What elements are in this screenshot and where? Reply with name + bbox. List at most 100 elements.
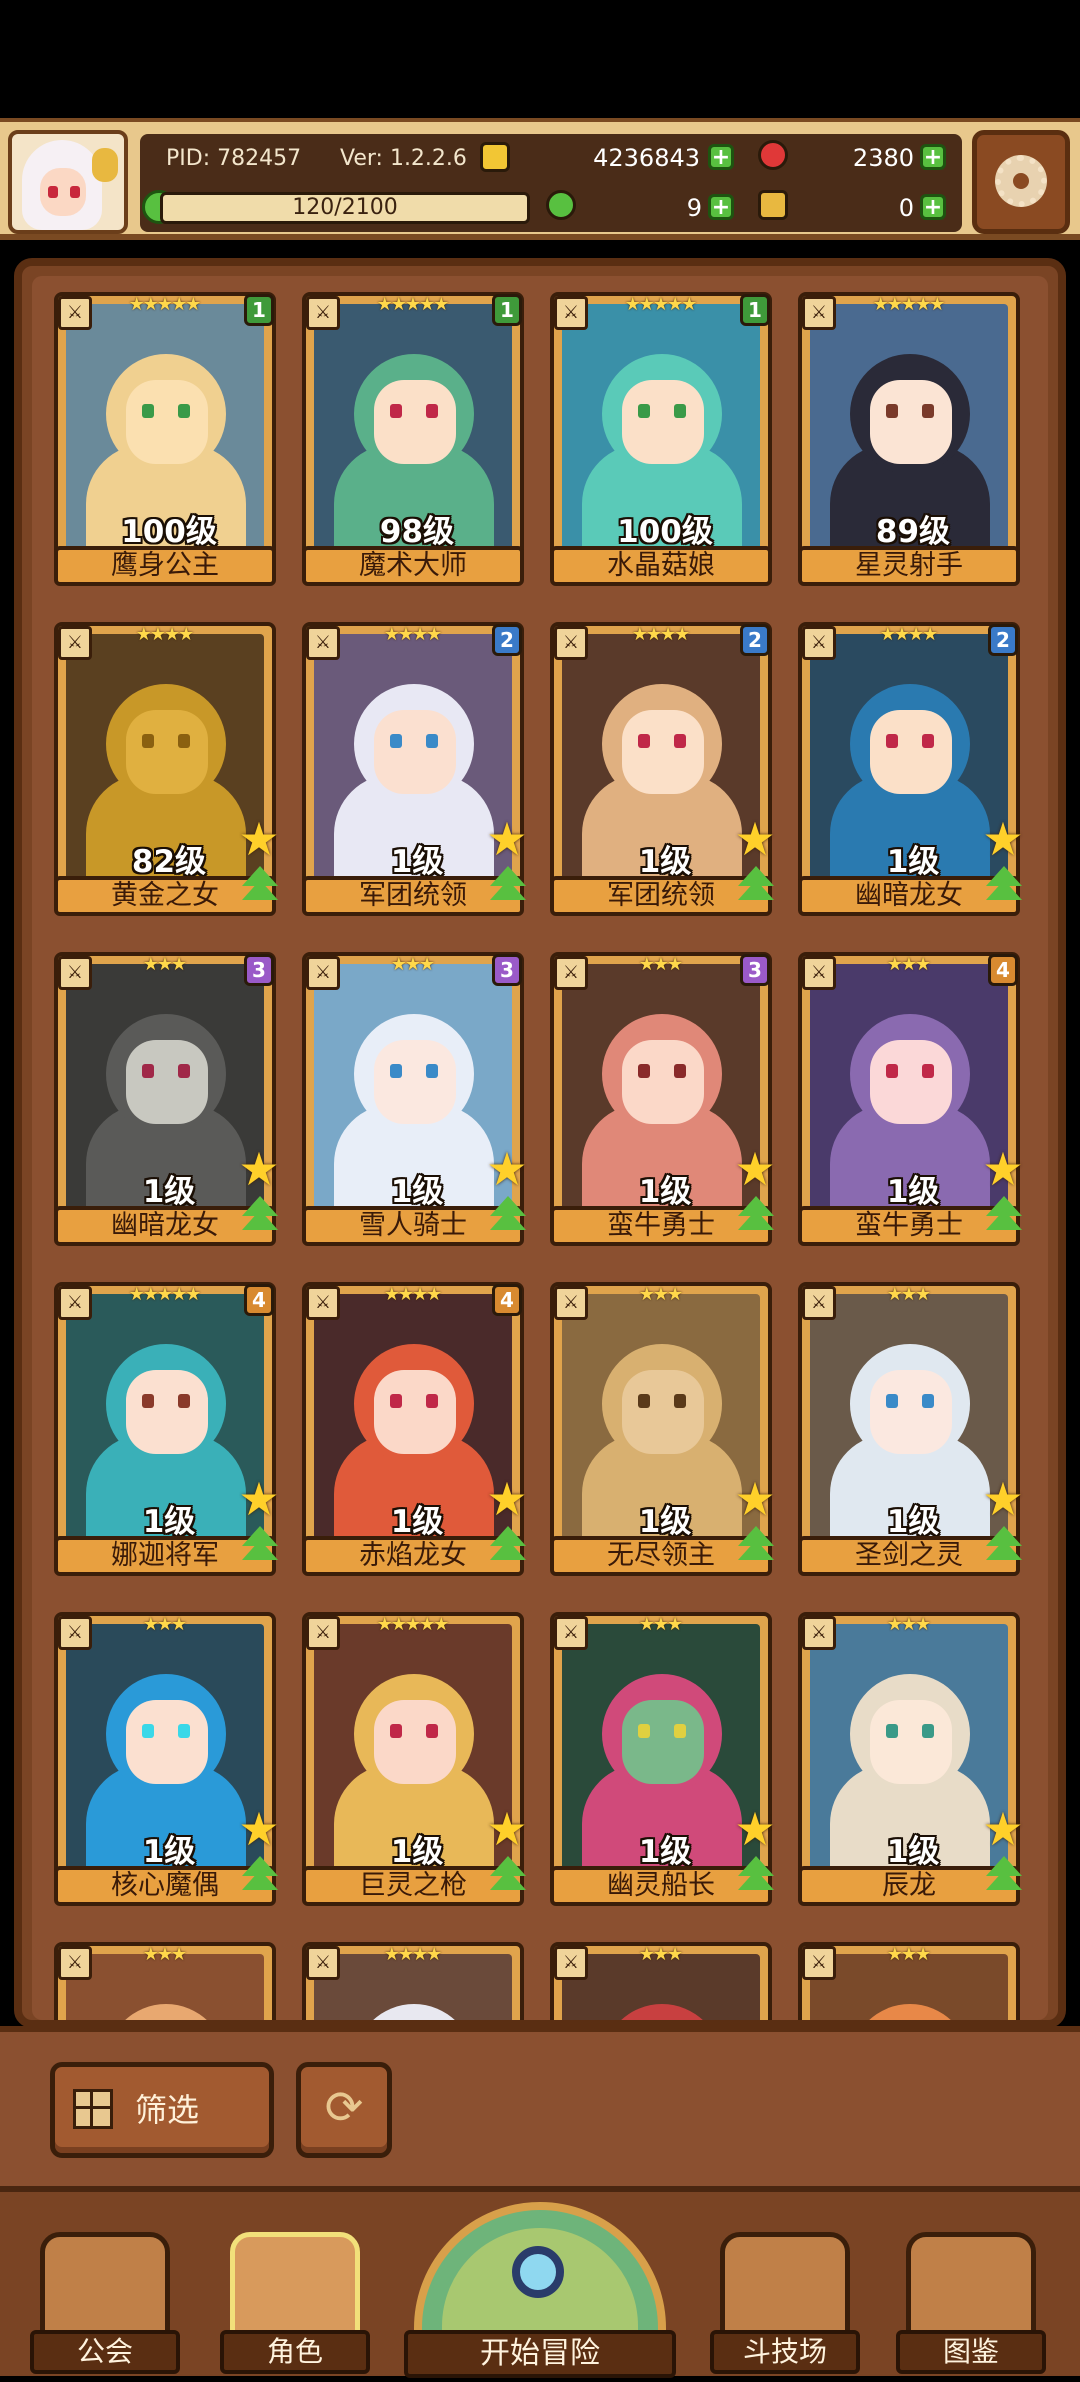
weapon-type-icon: ⚔ (554, 956, 588, 990)
nav-character[interactable]: 角色 (220, 2232, 370, 2374)
level-up-arrow-icon[interactable] (984, 1856, 1024, 1896)
rank-badge: 1 (740, 294, 770, 326)
level-up-arrow-icon[interactable] (240, 1856, 280, 1896)
character-level: 89级 (875, 514, 951, 550)
character-card[interactable]: 1级 ⚔ ★★★ 3 雪人骑士 ★ (302, 952, 528, 1252)
level-up-arrow-icon[interactable] (240, 1526, 280, 1566)
character-card[interactable]: 1级 ⚔ ★★★ 3 幽暗龙女 ★ (54, 952, 280, 1252)
star-upgrade-icon[interactable]: ★ (236, 1146, 282, 1192)
nav-start-adventure[interactable]: 开始冒险 (404, 2202, 676, 2382)
weapon-type-icon: ⚔ (58, 1616, 92, 1650)
nav-guild[interactable]: 公会 (30, 2232, 180, 2374)
character-name: 水晶菇娘 (550, 546, 772, 586)
level-up-arrow-icon[interactable] (736, 1526, 776, 1566)
star-upgrade-icon[interactable]: ★ (236, 1806, 282, 1852)
star-upgrade-icon[interactable]: ★ (484, 816, 530, 862)
star-upgrade-icon[interactable]: ★ (484, 1146, 530, 1192)
character-card[interactable]: ⚔ ★★★★ (302, 1942, 524, 2020)
star-rating: ★★★★ (383, 1944, 443, 1965)
weapon-type-icon: ⚔ (306, 296, 340, 330)
level-up-arrow-icon[interactable] (984, 866, 1024, 906)
star-upgrade-icon[interactable]: ★ (732, 1476, 778, 1522)
star-upgrade-icon[interactable]: ★ (484, 1476, 530, 1522)
level-up-arrow-icon[interactable] (240, 866, 280, 906)
character-card[interactable]: 82级 ⚔ ★★★★ 黄金之女 ★ (54, 622, 280, 922)
roster-controls: 筛选 ⟳ (0, 2026, 1080, 2186)
star-rating: ★★★★ (135, 624, 195, 645)
star-rating: ★★★★ (631, 624, 691, 645)
star-rating: ★★★ (142, 954, 187, 975)
gear-icon (995, 155, 1047, 207)
refresh-icon: ⟳ (324, 2080, 364, 2134)
add-clover-button[interactable]: + (708, 194, 734, 220)
add-key-button[interactable]: + (920, 194, 946, 220)
character-card[interactable]: 1级 ⚔ ★★★ 辰龙 ★ (798, 1612, 1024, 1912)
add-gem-button[interactable]: + (920, 144, 946, 170)
star-rating: ★★★★ (383, 624, 443, 645)
character-name: 鹰身公主 (54, 546, 276, 586)
character-card[interactable]: 1级 ⚔ ★★★ 无尽领主 ★ (550, 1282, 776, 1582)
filter-button[interactable]: 筛选 (50, 2062, 274, 2158)
star-upgrade-icon[interactable]: ★ (980, 1806, 1026, 1852)
character-card[interactable]: ⚔ ★★★ (798, 1942, 1020, 2020)
level-up-arrow-icon[interactable] (984, 1526, 1024, 1566)
level-up-arrow-icon[interactable] (488, 1196, 528, 1236)
stamina-bar: 120/2100 (160, 192, 530, 224)
clover-amount: 9 (686, 194, 702, 222)
character-card[interactable]: ⚔ ★★★ (550, 1942, 772, 2020)
refresh-button[interactable]: ⟳ (296, 2062, 392, 2158)
nav-arena[interactable]: 斗技场 (710, 2232, 860, 2374)
level-up-arrow-icon[interactable] (736, 1856, 776, 1896)
player-avatar[interactable] (8, 130, 128, 234)
star-upgrade-icon[interactable]: ★ (732, 816, 778, 862)
level-up-arrow-icon[interactable] (240, 1196, 280, 1236)
star-upgrade-icon[interactable]: ★ (980, 1146, 1026, 1192)
character-card[interactable]: 1级 ⚔ ★★★★ 4 赤焰龙女 ★ (302, 1282, 528, 1582)
character-card[interactable]: 100级 ⚔ ★★★★★ 1 水晶菇娘 (550, 292, 772, 592)
settings-button[interactable] (972, 130, 1070, 234)
nav-adventure-label: 开始冒险 (404, 2330, 676, 2378)
level-up-arrow-icon[interactable] (488, 866, 528, 906)
bottom-navigation: 公会 角色 开始冒险 斗技场 图鉴 (0, 2186, 1080, 2378)
star-upgrade-icon[interactable]: ★ (732, 1146, 778, 1192)
character-card[interactable]: 1级 ⚔ ★★★ 核心魔偶 ★ (54, 1612, 280, 1912)
character-card[interactable]: 1级 ⚔ ★★★ 4 蛮牛勇士 ★ (798, 952, 1024, 1252)
star-upgrade-icon[interactable]: ★ (236, 816, 282, 862)
character-card[interactable]: 1级 ⚔ ★★★ 幽灵船长 ★ (550, 1612, 776, 1912)
star-rating: ★★★ (638, 1284, 683, 1305)
nav-codex-label: 图鉴 (896, 2330, 1046, 2374)
weapon-type-icon: ⚔ (802, 1946, 836, 1980)
level-up-arrow-icon[interactable] (736, 1196, 776, 1236)
weapon-type-icon: ⚔ (554, 1616, 588, 1650)
star-upgrade-icon[interactable]: ★ (236, 1476, 282, 1522)
character-card[interactable]: 100级 ⚔ ★★★★★ 1 鹰身公主 (54, 292, 276, 592)
character-card[interactable]: 1级 ⚔ ★★★★ 2 幽暗龙女 ★ (798, 622, 1024, 922)
star-rating: ★★★★★ (128, 1284, 202, 1305)
star-upgrade-icon[interactable]: ★ (484, 1806, 530, 1852)
book-icon (906, 2232, 1036, 2342)
level-up-arrow-icon[interactable] (488, 1526, 528, 1566)
character-card[interactable]: 1级 ⚔ ★★★ 3 蛮牛勇士 ★ (550, 952, 776, 1252)
weapon-type-icon: ⚔ (306, 626, 340, 660)
character-card[interactable]: 1级 ⚔ ★★★★ 2 军团统领 ★ (550, 622, 776, 922)
character-card[interactable]: ⚔ ★★★ (54, 1942, 276, 2020)
character-card[interactable]: 1级 ⚔ ★★★★ 2 军团统领 ★ (302, 622, 528, 922)
weapon-type-icon: ⚔ (554, 296, 588, 330)
character-card[interactable]: 98级 ⚔ ★★★★★ 1 魔术大师 (302, 292, 524, 592)
add-gold-button[interactable]: + (708, 144, 734, 170)
star-upgrade-icon[interactable]: ★ (980, 1476, 1026, 1522)
star-upgrade-icon[interactable]: ★ (732, 1806, 778, 1852)
star-rating: ★★★ (142, 1614, 187, 1635)
character-grid[interactable]: 100级 ⚔ ★★★★★ 1 鹰身公主 98级 ⚔ ★★★★★ 1 魔术大师 100级 ⚔ ★★★★★ 1… (32, 276, 1048, 2020)
level-up-arrow-icon[interactable] (984, 1196, 1024, 1236)
level-up-arrow-icon[interactable] (736, 866, 776, 906)
level-up-arrow-icon[interactable] (488, 1856, 528, 1896)
gem-amount: 2380 (852, 144, 914, 172)
character-card[interactable]: 89级 ⚔ ★★★★★ 星灵射手 (798, 292, 1020, 592)
nav-codex[interactable]: 图鉴 (896, 2232, 1046, 2374)
star-upgrade-icon[interactable]: ★ (980, 816, 1026, 862)
character-card[interactable]: 1级 ⚔ ★★★★★ 4 娜迦将军 ★ (54, 1282, 280, 1582)
character-card[interactable]: 1级 ⚔ ★★★ 圣剑之灵 ★ (798, 1282, 1024, 1582)
rank-badge: 4 (492, 1284, 522, 1316)
character-card[interactable]: 1级 ⚔ ★★★★★ 巨灵之枪 ★ (302, 1612, 528, 1912)
